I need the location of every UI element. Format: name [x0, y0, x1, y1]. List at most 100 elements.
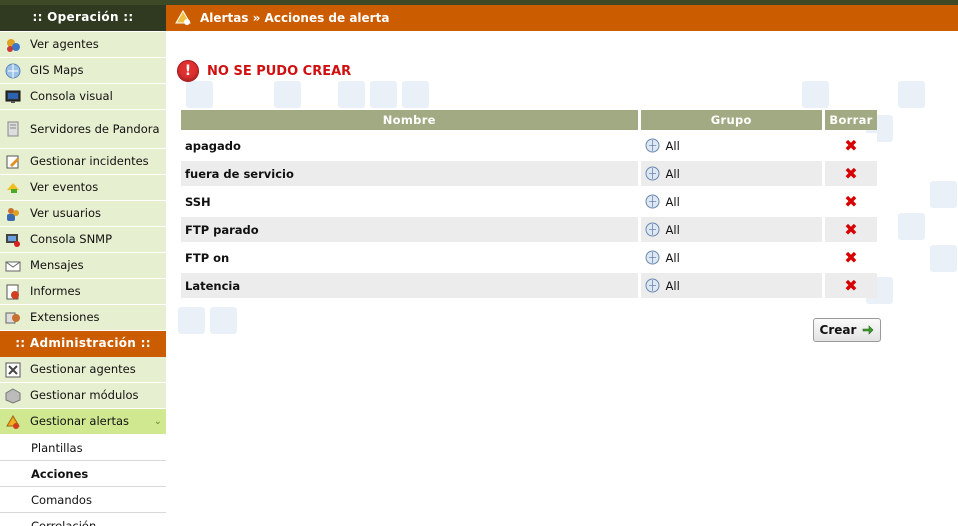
group-label: All — [665, 250, 680, 265]
delete-icon[interactable]: ✖ — [844, 220, 857, 239]
sidebar-item-gestionar-modulos[interactable]: Gestionar módulos — [0, 383, 166, 409]
page-title: Alertas » Acciones de alerta — [200, 11, 390, 25]
group-all-icon — [645, 278, 660, 293]
snmp-icon — [4, 231, 22, 249]
sidebar-item-consola-visual[interactable]: Consola visual — [0, 84, 166, 110]
page-header: Alertas » Acciones de alerta — [166, 5, 958, 31]
group-label: All — [665, 166, 680, 181]
decorative-square — [402, 81, 429, 108]
delete-icon[interactable]: ✖ — [844, 136, 857, 155]
extensions-icon — [4, 309, 22, 327]
column-header-borrar: Borrar — [825, 110, 877, 130]
modules-icon — [4, 387, 22, 405]
group-label: All — [665, 278, 680, 293]
sidebar-item-label: Ver agentes — [30, 37, 99, 51]
table-row: FTP parado All ✖ — [181, 217, 877, 242]
sidebar: :: Operación :: Ver agentes GIS Maps Con… — [0, 5, 167, 526]
create-button-label: Crear — [819, 323, 857, 337]
decorative-square — [930, 245, 957, 272]
sidebar-item-label: Informes — [30, 284, 81, 298]
group-label: All — [665, 138, 680, 153]
submenu-item-plantillas[interactable]: Plantillas — [0, 435, 166, 461]
sidebar-item-gestionar-alertas[interactable]: Gestionar alertas ⌄ — [0, 409, 166, 435]
action-name-link[interactable]: fuera de servicio — [181, 161, 638, 186]
manage-agents-icon — [4, 361, 22, 379]
error-text: NO SE PUDO CREAR — [207, 63, 352, 79]
submenu-item-comandos[interactable]: Comandos — [0, 487, 166, 513]
group-all-icon — [645, 138, 660, 153]
sidebar-item-ver-eventos[interactable]: Ver eventos — [0, 175, 166, 201]
submenu-item-correlacion[interactable]: Correlación — [0, 513, 166, 526]
decorative-square — [186, 81, 213, 108]
decorative-square — [898, 213, 925, 240]
monitor-icon — [4, 88, 22, 106]
agents-icon — [4, 36, 22, 54]
group-label: All — [665, 194, 680, 209]
sidebar-item-label: Servidores de Pandora — [30, 121, 160, 136]
decorative-square — [338, 81, 365, 108]
delete-icon[interactable]: ✖ — [844, 192, 857, 211]
sidebar-item-informes[interactable]: Informes — [0, 279, 166, 305]
group-all-icon — [645, 250, 660, 265]
sidebar-item-label: GIS Maps — [30, 63, 84, 77]
table-row: SSH All ✖ — [181, 189, 877, 214]
decorative-square — [210, 307, 237, 334]
action-name-link[interactable]: SSH — [181, 189, 638, 214]
decorative-square — [802, 81, 829, 108]
sidebar-item-label: Gestionar incidentes — [30, 154, 149, 168]
actions-table: Nombre Grupo Borrar apagado All ✖ fuera … — [178, 107, 880, 301]
alerts-icon — [4, 413, 22, 431]
table-row: Latencia All ✖ — [181, 273, 877, 298]
events-icon — [4, 179, 22, 197]
server-icon — [4, 120, 22, 138]
sidebar-item-ver-usuarios[interactable]: Ver usuarios — [0, 201, 166, 227]
sidebar-item-label: Gestionar módulos — [30, 388, 139, 402]
delete-icon[interactable]: ✖ — [844, 276, 857, 295]
delete-icon[interactable]: ✖ — [844, 164, 857, 183]
table-row: apagado All ✖ — [181, 133, 877, 158]
decorative-square — [178, 307, 205, 334]
group-all-icon — [645, 194, 660, 209]
decorative-square — [274, 81, 301, 108]
sidebar-item-label: Extensiones — [30, 310, 100, 324]
chevron-down-icon: ⌄ — [153, 416, 162, 427]
action-name-link[interactable]: apagado — [181, 133, 638, 158]
mail-icon — [4, 257, 22, 275]
sidebar-item-gis-maps[interactable]: GIS Maps — [0, 58, 166, 84]
column-header-nombre[interactable]: Nombre — [181, 110, 638, 130]
actions-table-wrapper: Nombre Grupo Borrar apagado All ✖ fuera … — [176, 105, 880, 303]
incident-icon — [4, 153, 22, 171]
decorative-square — [370, 81, 397, 108]
column-header-grupo[interactable]: Grupo — [640, 110, 823, 130]
sidebar-item-gestionar-incidentes[interactable]: Gestionar incidentes — [0, 149, 166, 175]
delete-icon[interactable]: ✖ — [844, 248, 857, 267]
globe-icon — [4, 62, 22, 80]
sidebar-item-label: Consola visual — [30, 89, 113, 103]
sidebar-item-ver-agentes[interactable]: Ver agentes — [0, 32, 166, 58]
table-row: fuera de servicio All ✖ — [181, 161, 877, 186]
operation-section-title: :: Operación :: — [0, 5, 166, 32]
error-icon: ! — [177, 60, 199, 82]
action-name-link[interactable]: Latencia — [181, 273, 638, 298]
sidebar-item-consola-snmp[interactable]: Consola SNMP — [0, 227, 166, 253]
sidebar-item-extensiones[interactable]: Extensiones — [0, 305, 166, 331]
table-row: FTP on All ✖ — [181, 245, 877, 270]
arrow-right-icon — [863, 325, 874, 335]
users-icon — [4, 205, 22, 223]
action-name-link[interactable]: FTP on — [181, 245, 638, 270]
sidebar-item-servidores[interactable]: Servidores de Pandora — [0, 110, 166, 149]
group-label: All — [665, 222, 680, 237]
submenu-item-acciones[interactable]: Acciones — [0, 461, 166, 487]
admin-section-title: :: Administración :: — [0, 331, 166, 357]
group-all-icon — [645, 166, 660, 181]
reports-icon — [4, 283, 22, 301]
sidebar-item-label: Ver usuarios — [30, 206, 101, 220]
action-name-link[interactable]: FTP parado — [181, 217, 638, 242]
group-all-icon — [645, 222, 660, 237]
decorative-square — [930, 181, 957, 208]
sidebar-item-label: Gestionar alertas — [30, 414, 130, 428]
sidebar-item-gestionar-agentes[interactable]: Gestionar agentes — [0, 357, 166, 383]
create-button[interactable]: Crear — [813, 318, 881, 342]
error-message: ! NO SE PUDO CREAR — [177, 60, 351, 82]
sidebar-item-mensajes[interactable]: Mensajes — [0, 253, 166, 279]
